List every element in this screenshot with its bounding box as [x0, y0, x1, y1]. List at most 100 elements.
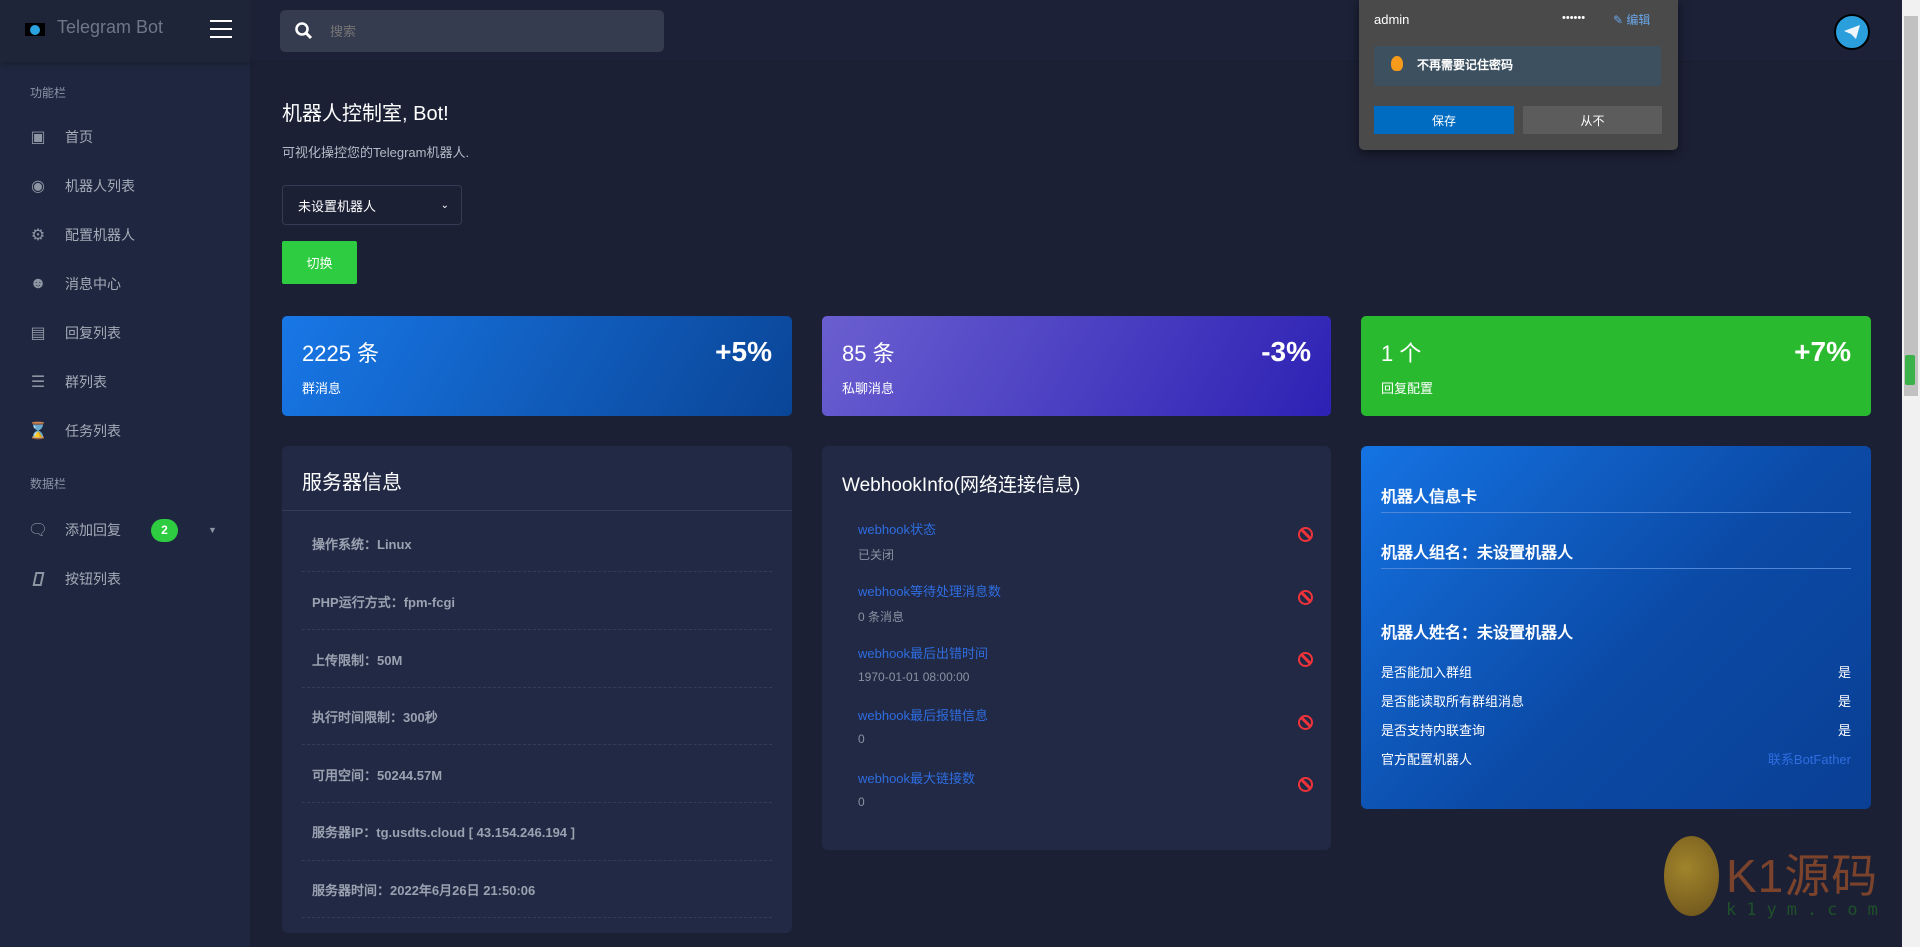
- switch-button[interactable]: 切换: [282, 241, 357, 284]
- webhook-value: 1970-01-01 08:00:00: [858, 670, 970, 684]
- webhook-item: webhook最后出错时间 1970-01-01 08:00:00: [858, 643, 988, 684]
- caret-down-icon[interactable]: ▼: [208, 525, 217, 535]
- ban-icon: [1298, 715, 1313, 730]
- scroll-indicator: [1905, 355, 1915, 385]
- sidebar-item-config-bot[interactable]: ⚙ 配置机器人: [0, 215, 250, 255]
- server-upload-limit: 上传限制：50M: [312, 653, 403, 668]
- bot-capability-row: 是否能读取所有群组消息 是: [1381, 691, 1851, 710]
- watermark-domain: k1ym.com: [1726, 900, 1888, 920]
- webhook-key-link[interactable]: webhook状态: [858, 519, 936, 538]
- stat-card-private-messages: 85 条 -3% 私聊消息: [822, 316, 1331, 416]
- server-php-mode: PHP运行方式：fpm-fcgi: [312, 595, 456, 610]
- webhook-item: webhook最大链接数 0: [858, 768, 975, 809]
- sidebar-section-data: 数据栏: [30, 477, 67, 491]
- row-value: 是: [1837, 665, 1851, 680]
- server-exec-time: 执行时间限制：300秒: [312, 710, 438, 725]
- row-value: 是: [1837, 723, 1851, 738]
- sidebar-item-label: 任务列表: [65, 423, 121, 439]
- row-label: 官方配置机器人: [1381, 752, 1473, 767]
- bot-capability-row: 是否能加入群组 是: [1381, 662, 1851, 681]
- webhook-title: WebhookInfo(网络连接信息): [842, 475, 1081, 496]
- bot-select-value: 未设置机器人: [298, 198, 377, 214]
- stat-card-group-messages: 2225 条 +5% 群消息: [282, 316, 792, 416]
- webhook-key-link[interactable]: webhook等待处理消息数: [858, 581, 1001, 600]
- notice-box: 不再需要记住密码: [1374, 46, 1661, 86]
- bot-group-name: 机器人组名：未设置机器人: [1381, 545, 1574, 562]
- layers-icon: ☰: [30, 374, 46, 391]
- webhook-item: webhook最后报错信息 0: [858, 705, 988, 746]
- server-free-space: 可用空间：50244.57M: [312, 768, 443, 783]
- stat-label: 群消息: [302, 381, 342, 396]
- page-title: 机器人控制室, Bot!: [282, 103, 449, 125]
- sidebar-item-home[interactable]: ▣ 首页: [0, 117, 250, 157]
- brand-bar: Telegram Bot: [0, 0, 250, 62]
- save-password-button[interactable]: 保存: [1374, 106, 1514, 134]
- chevron-down-icon: ⌄: [440, 199, 449, 211]
- webhook-key-link[interactable]: webhook最大链接数: [858, 768, 975, 787]
- bot-name: 机器人姓名：未设置机器人: [1381, 625, 1574, 642]
- square-icon: [24, 572, 52, 586]
- stat-value: 85 条: [842, 341, 895, 366]
- save-password-popup: admin •••••• ✎ 编辑 不再需要记住密码 保存 从不: [1359, 0, 1678, 150]
- hamburger-menu-icon[interactable]: [210, 20, 232, 38]
- ban-icon: [1298, 652, 1313, 667]
- sidebar-item-task-list[interactable]: ⌛ 任务列表: [0, 411, 250, 451]
- bot-card-title: 机器人信息卡: [1381, 489, 1478, 506]
- user-avatar[interactable]: [1834, 14, 1870, 50]
- stat-label: 回复配置: [1381, 381, 1434, 396]
- search-box[interactable]: [280, 10, 664, 52]
- sidebar-item-reply-list[interactable]: ▤ 回复列表: [0, 313, 250, 353]
- stat-value: 1 个: [1381, 341, 1422, 366]
- stat-change: -3%: [1261, 336, 1311, 367]
- stat-change: +7%: [1794, 336, 1851, 367]
- webhook-value: 0: [858, 795, 865, 809]
- botfather-link[interactable]: 联系BotFather: [1768, 749, 1851, 768]
- sidebar-item-button-list[interactable]: 按钮列表: [0, 559, 250, 599]
- edit-label: 编辑: [1626, 13, 1651, 27]
- cogs-icon: ⚙: [30, 227, 46, 244]
- watermark-text: K1源码: [1726, 850, 1879, 902]
- server-os: 操作系统：Linux: [312, 537, 412, 552]
- webhook-key-link[interactable]: webhook最后出错时间: [858, 643, 988, 662]
- pencil-icon: ✎: [1613, 13, 1624, 27]
- webhook-value: 已关闭: [858, 548, 895, 562]
- sidebar-item-label: 首页: [65, 129, 93, 145]
- scrollbar[interactable]: [1902, 0, 1920, 947]
- page-subtitle: 可视化操控您的Telegram机器人.: [282, 145, 470, 160]
- ban-icon: [1298, 590, 1313, 605]
- sidebar-item-label: 消息中心: [65, 276, 121, 292]
- bot-capability-row: 官方配置机器人 联系BotFather: [1381, 749, 1851, 768]
- bot-select[interactable]: 未设置机器人 ⌄: [282, 185, 462, 225]
- sidebar-item-label: 群列表: [65, 374, 107, 390]
- row-label: 是否能读取所有群组消息: [1381, 694, 1525, 709]
- never-button[interactable]: 从不: [1523, 106, 1662, 134]
- sidebar-item-label: 添加回复: [65, 522, 121, 538]
- lightbulb-icon: [1391, 56, 1403, 71]
- webhook-key-link[interactable]: webhook最后报错信息: [858, 705, 988, 724]
- sidebar-item-add-reply[interactable]: 🗨 添加回复 2 ▼: [0, 510, 250, 550]
- stat-change: +5%: [715, 336, 772, 367]
- webhook-info-panel: WebhookInfo(网络连接信息) webhook状态已关闭 webhook…: [822, 446, 1331, 850]
- hourglass-icon: ⌛: [28, 423, 48, 440]
- bot-capability-row: 是否支持内联查询 是: [1381, 720, 1851, 739]
- ban-icon: [1298, 527, 1313, 542]
- count-badge: 2: [151, 518, 178, 542]
- edit-link[interactable]: ✎ 编辑: [1613, 11, 1650, 28]
- saved-username: admin: [1374, 12, 1410, 27]
- telegram-logo-icon: [25, 23, 45, 36]
- sidebar-item-label: 回复列表: [65, 325, 121, 341]
- webhook-item: webhook等待处理消息数 0 条消息: [858, 581, 1001, 625]
- sidebar-item-group-list[interactable]: ☰ 群列表: [0, 362, 250, 402]
- server-ip: 服务器IP：tg.usdts.cloud [ 43.154.246.194 ]: [312, 825, 575, 840]
- row-label: 是否能加入群组: [1381, 665, 1473, 680]
- sidebar-item-bot-list[interactable]: ◉ 机器人列表: [0, 166, 250, 206]
- sidebar-item-label: 配置机器人: [65, 227, 135, 243]
- sidebar-item-message-center[interactable]: ☻ 消息中心: [0, 264, 250, 304]
- stat-label: 私聊消息: [842, 381, 895, 396]
- stat-card-reply-config: 1 个 +7% 回复配置: [1361, 316, 1871, 416]
- ban-icon: [1298, 777, 1313, 792]
- server-time: 服务器时间：2022年6月26日 21:50:06: [312, 883, 536, 898]
- search-input[interactable]: [330, 23, 630, 39]
- sidebar-item-label: 按钮列表: [65, 571, 121, 587]
- sidebar-section-functions: 功能栏: [30, 86, 67, 100]
